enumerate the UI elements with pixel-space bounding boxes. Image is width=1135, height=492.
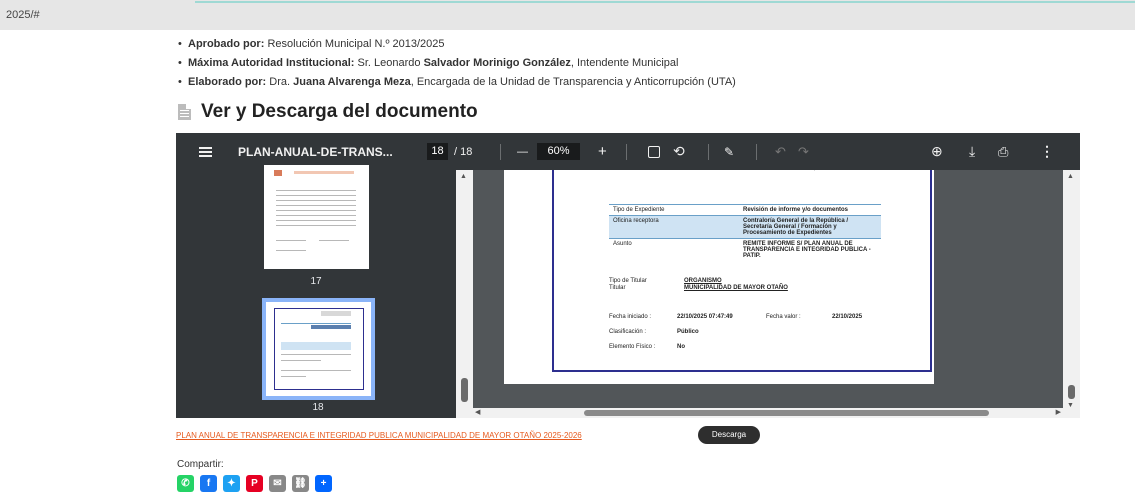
twitter-icon[interactable]: ✦ — [223, 475, 240, 492]
physical-label: Elemento Físico : — [609, 344, 656, 350]
thumbnail-page-18[interactable] — [262, 298, 375, 400]
annotate-icon[interactable]: ⊕ — [931, 133, 943, 170]
document-icon — [178, 104, 191, 120]
pdf-page-area: recepcion Tipo de ExpedienteRevisión de … — [473, 170, 1063, 408]
date-valid-label: Fecha valor : — [766, 314, 801, 320]
thumbnail-page-17[interactable] — [264, 165, 369, 269]
expediente-table: Tipo de Expediente Revisión de informe y/… — [609, 204, 881, 261]
horizontal-scrollbar[interactable]: ◀ ▶ — [473, 408, 1063, 418]
physical-value: No — [677, 344, 685, 350]
more-options-icon[interactable]: ⋮ — [1040, 133, 1054, 170]
share-buttons: ✆ f ✦ P ✉ ⛓ + — [177, 475, 332, 492]
section-title: Ver y Descarga del documento — [201, 101, 478, 122]
document-download-link[interactable]: PLAN ANUAL DE TRANSPARENCIA E INTEGRIDAD… — [176, 431, 582, 440]
menu-icon[interactable] — [199, 133, 212, 170]
zoom-out-button[interactable]: — — [517, 133, 528, 170]
pdf-page: recepcion Tipo de ExpedienteRevisión de … — [504, 170, 934, 384]
zoom-level-input[interactable]: 60% — [537, 133, 580, 170]
titular-type-label: Tipo de Titular — [609, 278, 647, 284]
draw-icon[interactable]: ✎ — [724, 133, 734, 170]
download-button[interactable]: Descarga — [698, 426, 760, 444]
page-number-input[interactable]: 18 — [427, 133, 448, 170]
classification-label: Clasificación : — [609, 329, 647, 335]
email-icon[interactable]: ✉ — [269, 475, 286, 492]
page-total: / 18 — [454, 145, 473, 158]
copy-link-icon[interactable]: ⛓ — [292, 475, 309, 492]
table-row: Tipo de Expediente Revisión de informe y/… — [609, 204, 881, 215]
undo-icon[interactable]: ↶ — [775, 133, 786, 170]
thumbnail-label: 18 — [312, 402, 324, 413]
titular-label: Titular — [609, 285, 626, 291]
download-icon[interactable]: ⤓ — [969, 133, 975, 170]
meta-authority: Máxima Autoridad Institucional: Sr. Leon… — [178, 57, 736, 76]
toolbar-divider — [500, 144, 501, 160]
thumbnail-label: 17 — [310, 276, 322, 287]
zoom-in-button[interactable]: + — [598, 133, 607, 170]
section-heading: Ver y Descarga del documento — [178, 100, 478, 124]
thumbnail-sidebar: 17 18 ▲ — [176, 165, 473, 418]
rotate-icon[interactable]: ⟲ — [673, 133, 685, 170]
table-row: Oficina receptora Contraloría General de … — [609, 215, 881, 238]
share-more-icon[interactable]: + — [315, 475, 332, 492]
toolbar-divider — [756, 144, 757, 160]
date-start-label: Fecha iniciado : — [609, 314, 652, 320]
classification-value: Público — [677, 329, 699, 335]
meta-prepared: Elaborado por: Dra. Juana Alvarenga Meza… — [178, 76, 736, 95]
url-fragment: 2025/# — [6, 9, 40, 21]
pdf-viewer[interactable]: PLAN-ANUAL-DE-TRANS... 18 / 18 — 60% + ⟲… — [176, 133, 1080, 418]
meta-approved: Aprobado por: Resolución Municipal N.º 2… — [178, 38, 736, 57]
fit-page-icon[interactable] — [648, 133, 660, 170]
titular-type-value: ORGANISMO — [684, 278, 722, 284]
pinterest-icon[interactable]: P — [246, 475, 263, 492]
top-bar: 2025/# — [0, 0, 1135, 30]
share-label: Compartir: — [177, 459, 224, 470]
toolbar-divider — [626, 144, 627, 160]
vertical-scrollbar[interactable]: ▲ ▼ — [1063, 170, 1080, 418]
top-accent-line — [195, 0, 1135, 3]
titular-value: MUNICIPALIDAD DE MAYOR OTAÑO — [684, 285, 788, 291]
print-icon[interactable]: ⎙ — [998, 133, 1008, 170]
facebook-icon[interactable]: f — [200, 475, 217, 492]
redo-icon[interactable]: ↷ — [798, 133, 809, 170]
document-meta-list: Aprobado por: Resolución Municipal N.º 2… — [178, 38, 736, 95]
page-border — [552, 170, 932, 372]
sidebar-scrollbar[interactable]: ▲ — [456, 170, 473, 418]
toolbar-divider — [708, 144, 709, 160]
date-start-value: 22/10/2025 07:47:49 — [677, 314, 733, 320]
table-row: Asunto REMITE INFORME S/ PLAN ANUAL DE TR… — [609, 238, 881, 261]
whatsapp-icon[interactable]: ✆ — [177, 475, 194, 492]
date-valid-value: 22/10/2025 — [832, 314, 863, 320]
page-header-text: recepcion — [802, 170, 828, 171]
